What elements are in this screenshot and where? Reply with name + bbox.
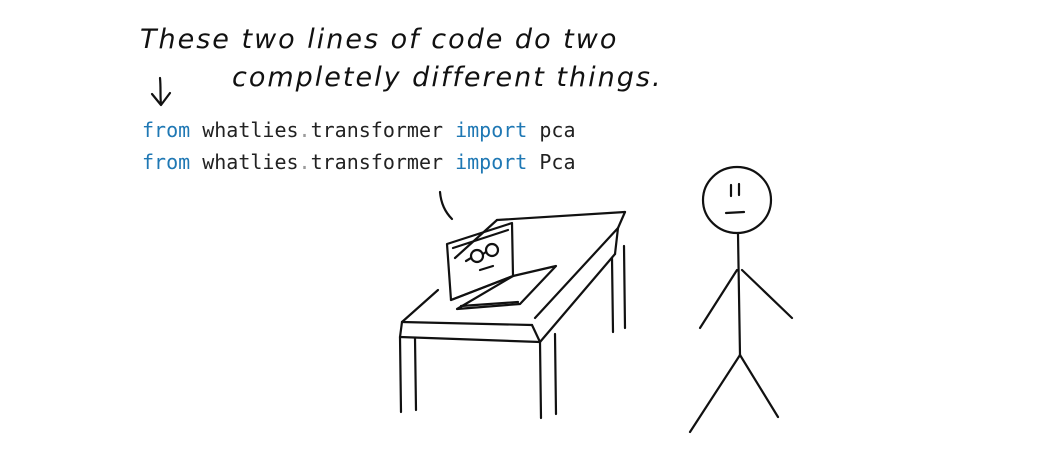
- laptop-drawing: [445, 221, 558, 311]
- speech-mark: [438, 190, 454, 221]
- sketch-illustration: [150, 76, 794, 434]
- down-arrow-icon: [150, 76, 172, 107]
- stick-figure-drawing: [688, 165, 794, 434]
